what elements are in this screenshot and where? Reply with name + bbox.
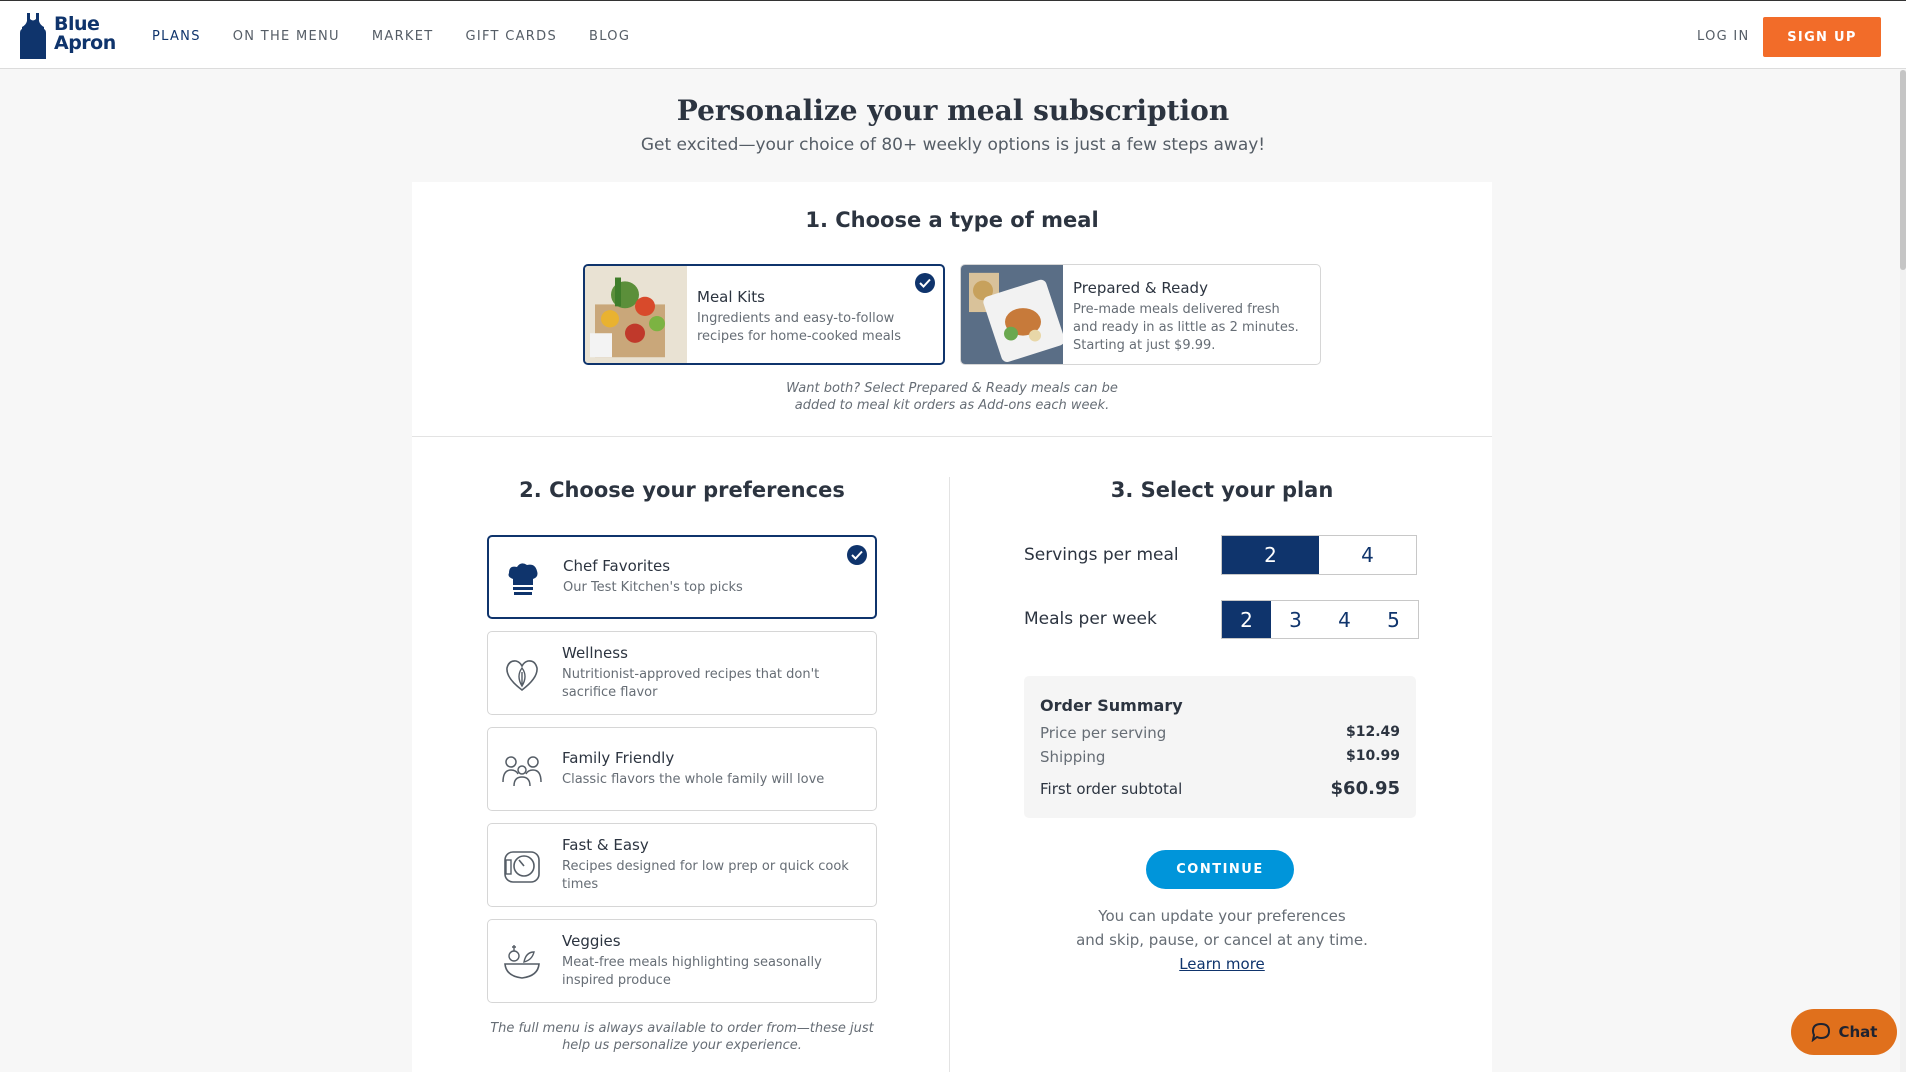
nav-on-the-menu[interactable]: ON THE MENU [233, 29, 340, 44]
servings-selector: 2 4 [1221, 535, 1417, 575]
heart-leaf-icon [506, 660, 538, 692]
update-note: You can update your preferences and skip… [972, 904, 1472, 976]
shipping-row: Shipping $10.99 [1040, 748, 1400, 766]
preferences-note-line1: The full menu is always available to ord… [490, 1021, 874, 1036]
family-icon [502, 756, 542, 787]
step2-title: 2. Choose your preferences [519, 478, 845, 502]
meal-kits-desc: Ingredients and easy-to-follow recipes f… [697, 311, 902, 344]
nav-gift-cards[interactable]: GIFT CARDS [466, 29, 558, 44]
meals-option-3[interactable]: 3 [1271, 601, 1320, 638]
fast-easy-text: Fast & Easy Recipes designed for low pre… [562, 836, 860, 894]
pref-chef-favorites[interactable]: Chef Favorites Our Test Kitchen's top pi… [487, 535, 877, 619]
timer-icon [504, 851, 540, 883]
meals-option-2[interactable]: 2 [1222, 601, 1271, 638]
subtotal-row: First order subtotal $60.95 [1040, 778, 1400, 799]
login-link[interactable]: LOG IN [1697, 29, 1750, 44]
nav-market[interactable]: MARKET [372, 29, 434, 44]
pref-family-friendly[interactable]: Family Friendly Classic flavors the whol… [487, 727, 877, 811]
shipping-value: $10.99 [1345, 748, 1400, 764]
subscription-card: 1. Choose a type of meal Meal Kits Ingre… [412, 182, 1492, 1072]
wellness-name: Wellness [562, 644, 628, 662]
chef-favorites-text: Chef Favorites Our Test Kitchen's top pi… [563, 557, 859, 597]
price-per-serving-row: Price per serving $12.49 [1040, 724, 1400, 742]
chat-label: Chat [1838, 1023, 1878, 1041]
continue-button[interactable]: CONTINUE [1146, 850, 1294, 889]
price-per-serving-label: Price per serving [1040, 724, 1167, 742]
servings-option-4[interactable]: 4 [1319, 536, 1416, 574]
fast-easy-desc: Recipes designed for low prep or quick c… [562, 859, 849, 892]
section-divider [412, 436, 1492, 437]
update-note-line2: and skip, pause, or cancel at any time. [1076, 931, 1368, 949]
main-nav: PLANS ON THE MENU MARKET GIFT CARDS BLOG [152, 29, 662, 44]
pref-wellness[interactable]: Wellness Nutritionist-approved recipes t… [487, 631, 877, 715]
veggies-name: Veggies [562, 932, 621, 950]
family-friendly-desc: Classic flavors the whole family will lo… [562, 772, 825, 787]
meal-kits-image [585, 266, 687, 363]
chef-favorites-desc: Our Test Kitchen's top picks [563, 580, 743, 595]
meal-kits-name: Meal Kits [697, 288, 765, 306]
prepared-ready-name: Prepared & Ready [1073, 279, 1208, 297]
chef-hat-icon [508, 563, 538, 595]
page-scrollbar[interactable] [1900, 70, 1906, 1072]
family-friendly-text: Family Friendly Classic flavors the whol… [562, 749, 860, 789]
order-summary-title: Order Summary [1040, 696, 1183, 715]
meals-label: Meals per week [1024, 609, 1157, 629]
meal-type-note-line2: added to meal kit orders as Add-ons each… [794, 398, 1110, 413]
meal-type-note-line1: Want both? Select Prepared & Ready meals… [786, 381, 1118, 396]
prepared-ready-image [961, 265, 1063, 364]
veggie-bowl-icon [504, 945, 540, 979]
top-header: Blue Apron PLANS ON THE MENU MARKET GIFT… [0, 0, 1906, 69]
order-summary: Order Summary Price per serving $12.49 S… [1024, 676, 1416, 818]
pref-fast-easy[interactable]: Fast & Easy Recipes designed for low pre… [487, 823, 877, 907]
price-per-serving-value: $12.49 [1345, 724, 1400, 740]
step1-title: 1. Choose a type of meal [805, 208, 1099, 232]
page-title: Personalize your meal subscription [676, 94, 1230, 127]
selected-check-icon [847, 545, 867, 565]
meal-type-prepared-ready[interactable]: Prepared & Ready Pre-made meals delivere… [960, 264, 1321, 365]
meal-kits-text: Meal Kits Ingredients and easy-to-follow… [697, 288, 929, 346]
veggies-desc: Meat-free meals highlighting seasonally … [562, 955, 822, 988]
prepared-ready-desc: Pre-made meals delivered fresh and ready… [1073, 302, 1299, 353]
prepared-ready-text: Prepared & Ready Pre-made meals delivere… [1073, 279, 1306, 355]
meal-type-meal-kits[interactable]: Meal Kits Ingredients and easy-to-follow… [583, 264, 945, 365]
chef-favorites-name: Chef Favorites [563, 557, 671, 575]
chat-bubble-icon [1811, 1022, 1830, 1042]
step3-title: 3. Select your plan [1110, 478, 1334, 502]
family-friendly-name: Family Friendly [562, 749, 675, 767]
signup-button[interactable]: SIGN UP [1763, 17, 1881, 57]
shipping-label: Shipping [1040, 748, 1106, 766]
meals-option-5[interactable]: 5 [1369, 601, 1418, 638]
learn-more-link[interactable]: Learn more [1179, 955, 1265, 973]
chat-button[interactable]: Chat [1791, 1009, 1897, 1055]
apron-logo-icon [20, 13, 46, 59]
update-note-line1: You can update your preferences [1098, 907, 1346, 925]
brand-line-2: Apron [54, 32, 116, 54]
blue-apron-logo[interactable]: Blue Apron [18, 13, 128, 59]
servings-option-2[interactable]: 2 [1222, 536, 1319, 574]
preferences-note: The full menu is always available to ord… [432, 1020, 932, 1054]
fast-easy-name: Fast & Easy [562, 836, 649, 854]
subtotal-value: $60.95 [1330, 778, 1400, 799]
servings-label: Servings per meal [1024, 545, 1179, 565]
preferences-note-line2: help us personalize your experience. [562, 1038, 802, 1053]
page-subtitle: Get excited—your choice of 80+ weekly op… [640, 135, 1266, 155]
meals-selector: 2 3 4 5 [1221, 600, 1419, 639]
column-divider [949, 477, 950, 1072]
brand-name: Blue Apron [54, 15, 116, 53]
selected-check-icon [915, 273, 935, 293]
veggies-text: Veggies Meat-free meals highlighting sea… [562, 932, 860, 990]
wellness-desc: Nutritionist-approved recipes that don't… [562, 667, 820, 700]
pref-veggies[interactable]: Veggies Meat-free meals highlighting sea… [487, 919, 877, 1003]
wellness-text: Wellness Nutritionist-approved recipes t… [562, 644, 860, 702]
meals-option-4[interactable]: 4 [1320, 601, 1369, 638]
subtotal-label: First order subtotal [1040, 779, 1183, 798]
nav-blog[interactable]: BLOG [589, 29, 630, 44]
meal-type-note: Want both? Select Prepared & Ready meals… [702, 380, 1202, 414]
nav-plans[interactable]: PLANS [152, 29, 201, 44]
